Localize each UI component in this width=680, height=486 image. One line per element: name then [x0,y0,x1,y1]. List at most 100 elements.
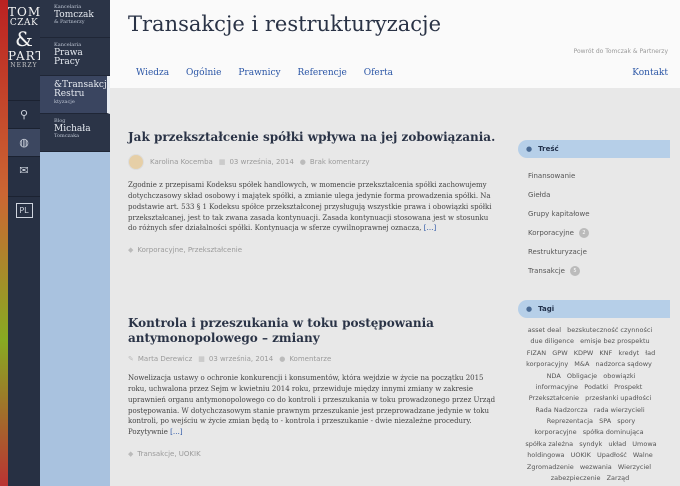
excerpt-text: Zgodnie z przepisami Kodeksu spółek hand… [128,181,492,233]
site-prawa-pracy[interactable]: Kancelaria Prawa Pracy [40,38,110,76]
page-title: Transakcje i restrukturyzacje [128,12,442,36]
category-item[interactable]: Korporacyjne 2 [528,223,670,242]
widget-title: Treść [538,145,559,153]
comment-icon: ● [299,158,306,166]
tag-link[interactable]: Wierzyciel [618,463,651,471]
category-label: Grupy kapitałowe [528,209,590,218]
tag-cloud: asset deal bezskuteczność czynności due … [522,325,658,484]
tag-link[interactable]: SPA [599,417,611,425]
tag-link[interactable]: wezwania [580,463,612,471]
read-more-link[interactable]: […] [170,428,182,436]
site-blog[interactable]: Blog Michała Tomczaka [40,114,110,152]
logo-ampersand: & [15,27,33,51]
page-header: Transakcje i restrukturyzacje Powrót do … [110,0,680,88]
tag-link[interactable]: M&A [574,360,589,368]
tag-link[interactable]: NDA [547,372,561,380]
speech-icon: ● [526,305,533,313]
category-links[interactable]: Transakcje, UOKIK [137,450,200,458]
tag-link[interactable]: nadzorca sądowy [596,360,652,368]
tag-link[interactable]: Przekształcenie [529,394,579,402]
comment-icon: ● [279,355,286,363]
post-meta: Karolina Kocemba ▦ 03 września, 2014 ● B… [128,154,498,170]
language-button[interactable]: PL [8,196,40,224]
nav-wiedza[interactable]: Wiedza [136,68,169,78]
tag-link[interactable]: Podatki [584,383,608,391]
tag-link[interactable]: asset deal [528,326,561,334]
pencil-icon: ✎ [128,355,134,363]
sidebar-fill [40,152,110,486]
search-button[interactable]: ⚲ [8,100,40,128]
sidebar: ● Treść Finansowanie Giełda Grupy kapitałow… [518,140,670,484]
logo-text: TOM [8,5,42,19]
category-item[interactable]: Restrukturyzacje [528,242,670,261]
category-item[interactable]: Giełda [528,185,670,204]
search-icon: ⚲ [19,108,29,121]
globe-button[interactable]: ◍ [8,128,40,156]
tag-link[interactable]: Upadłość [597,451,627,459]
post-comments[interactable]: Brak komentarzy [310,158,370,166]
post-excerpt: Zgodnie z przepisami Kodeksu spółek hand… [128,180,498,234]
language-label: PL [15,203,33,218]
category-item[interactable]: Transakcje 5 [528,261,670,280]
post-date: 03 września, 2014 [208,355,274,363]
category-item[interactable]: Grupy kapitałowe [528,204,670,223]
widget-title: Tagi [538,305,555,313]
nav-kontakt[interactable]: Kontakt [632,68,668,78]
mail-icon: ✉ [19,164,29,177]
post-comments[interactable]: Komentarze [289,355,331,363]
tag-link[interactable]: KDPW [574,349,594,357]
tag-link[interactable]: rada wierzycieli [594,406,645,414]
tag-link[interactable]: FIZAN [527,349,546,357]
decorative-strip [0,0,8,486]
read-more-link[interactable]: […] [424,224,436,232]
back-link[interactable]: Powrót do Tomczak & Partnerzy [574,48,668,55]
nav-referencje[interactable]: Referencje [297,68,346,78]
nav-oferta[interactable]: Oferta [364,68,393,78]
tag-link[interactable]: spółka dominująca [583,428,644,436]
nav-ogolnie[interactable]: Ogólnie [186,68,221,78]
main-nav-rail: TOM CZAK & PART NERZY ⚲ ◍ ✉ PL [8,0,45,486]
tag-link[interactable]: przesłanki upadłości [585,394,651,402]
category-links[interactable]: Korporacyjne, Przekształcenie [137,246,242,254]
tag-link[interactable]: spółka zależna [525,440,573,448]
post: Kontrola i przeszukania w toku postępowa… [128,316,498,458]
post: Jak przekształcenie spółki wpływa na jej… [128,130,498,254]
tag-link[interactable]: kredyt [618,349,639,357]
globe-icon: ◍ [19,136,29,149]
tag-link[interactable]: due diligence [530,337,574,345]
tag-icon: ◆ [128,450,134,459]
post-author[interactable]: Karolina Kocemba [150,158,213,166]
excerpt-text: Nowelizacja ustawy o ochronie konkurencj… [128,374,496,437]
post-title[interactable]: Jak przekształcenie spółki wpływa na jej… [128,130,498,145]
tag-link[interactable]: UOKIK [571,451,591,459]
category-label: Giełda [528,190,551,199]
nav-prawnicy[interactable]: Prawnicy [238,68,280,78]
category-label: Finansowanie [528,171,576,180]
mail-button[interactable]: ✉ [8,156,40,184]
tag-link[interactable]: zabezpieczenie [551,474,601,482]
count-badge: 2 [578,227,589,238]
logo[interactable]: TOM CZAK & PART NERZY [8,5,45,69]
site-caption: & Partnerzy [54,18,85,25]
post-title[interactable]: Kontrola i przeszukania w toku postępowa… [128,316,498,346]
tag-link[interactable]: Rada Nadzorcza [535,406,587,414]
tag-link[interactable]: Zarząd [607,474,630,482]
tag-link[interactable]: Prospekt [614,383,642,391]
tag-link[interactable]: syndyk [579,440,602,448]
tag-link[interactable]: Reprezentacja [547,417,593,425]
logo-text: PART [8,49,45,63]
calendar-icon: ▦ [218,158,226,166]
site-tomczak-partnerzy[interactable]: Kancelaria Tomczak & Partnerzy [40,0,110,38]
site-transakcje[interactable]: &Transakcje Restru ktyzacje [40,76,112,114]
tag-link[interactable]: układ [608,440,626,448]
tag-link[interactable]: bezskuteczność czynności [567,326,652,334]
site-caption: Tomczaka [54,132,80,139]
tag-link[interactable]: GPW [552,349,567,357]
tag-link[interactable]: KNF [599,349,612,357]
category-item[interactable]: Finansowanie [528,166,670,185]
category-label: Korporacyjne [528,228,574,237]
tag-link[interactable]: emisje bez prospektu [580,337,650,345]
post-author[interactable]: Marta Derewicz [138,355,192,363]
tag-link[interactable]: Obligacje [567,372,597,380]
calendar-icon: ▦ [198,355,205,363]
